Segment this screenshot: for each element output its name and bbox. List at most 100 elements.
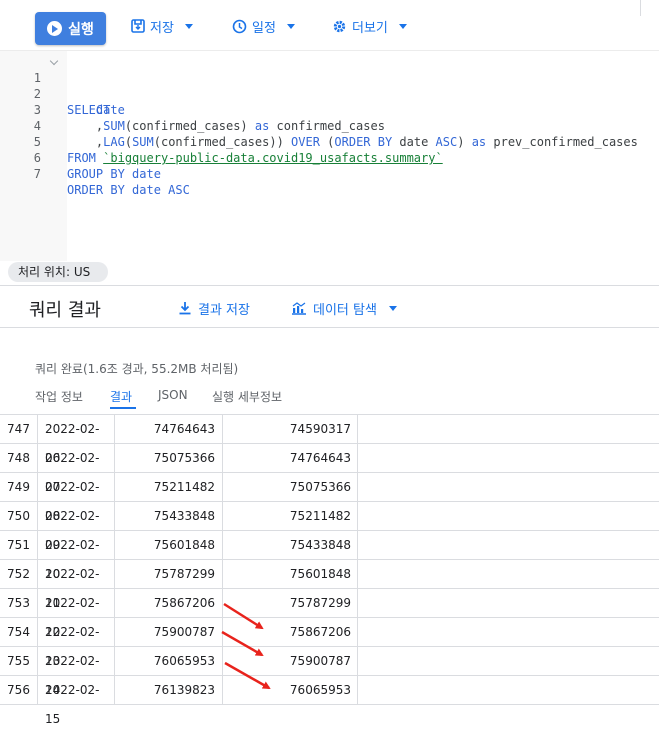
prev-confirmed-cases-cell[interactable]: 76065953 bbox=[224, 676, 358, 705]
row-number-cell[interactable]: 756 bbox=[0, 676, 38, 705]
tab-execution-details[interactable]: 실행 세부정보 bbox=[212, 388, 282, 405]
date-cell[interactable]: 2022-02-09 bbox=[38, 502, 115, 552]
save-results-label: 결과 저장 bbox=[198, 302, 250, 318]
save-menu-button[interactable]: 저장 bbox=[131, 16, 193, 36]
confirmed-cases-cell[interactable]: 75075366 bbox=[116, 444, 223, 473]
prev-confirmed-cases-cell[interactable]: 75867206 bbox=[224, 618, 358, 647]
prev-confirmed-cases-cell[interactable]: 75433848 bbox=[224, 531, 358, 560]
sql-editor[interactable]: 1 SELECT 2 date 3 ,SUM(confirmed_cases) … bbox=[0, 50, 659, 261]
results-title: 쿼리 결과 bbox=[29, 300, 101, 321]
table-row[interactable]: 748 2022-02-07 75075366 74764643 bbox=[0, 443, 659, 494]
fold-chevron-icon[interactable] bbox=[49, 56, 59, 66]
schedule-menu-button[interactable]: 일정 bbox=[232, 16, 295, 36]
confirmed-cases-cell[interactable]: 76139823 bbox=[116, 676, 223, 705]
table-row[interactable]: 750 2022-02-09 75433848 75211482 bbox=[0, 501, 659, 552]
prev-confirmed-cases-cell[interactable]: 75787299 bbox=[224, 589, 358, 618]
confirmed-cases-cell[interactable]: 75867206 bbox=[116, 589, 223, 618]
table-row[interactable]: 752 2022-02-11 75787299 75601848 bbox=[0, 559, 659, 610]
gear-icon bbox=[333, 20, 346, 32]
confirmed-cases-cell[interactable]: 74764643 bbox=[116, 415, 223, 444]
row-number-cell[interactable]: 748 bbox=[0, 444, 38, 473]
code-line: 1 SELECT bbox=[0, 54, 659, 117]
run-button-label: 실행 bbox=[68, 21, 94, 38]
explore-data-label: 데이터 탐색 bbox=[313, 302, 377, 318]
code-line: 2 date bbox=[0, 70, 659, 117]
date-cell[interactable]: 2022-02-07 bbox=[38, 444, 115, 494]
divider bbox=[0, 327, 659, 328]
sql-keyword: GROUP BY bbox=[67, 167, 125, 181]
date-cell[interactable]: 2022-02-08 bbox=[38, 473, 115, 523]
table-row[interactable]: 753 2022-02-12 75867206 75787299 bbox=[0, 588, 659, 639]
table-row[interactable]: 749 2022-02-08 75211482 75075366 bbox=[0, 472, 659, 523]
table-row[interactable]: 756 2022-02-15 76139823 76065953 bbox=[0, 675, 659, 726]
code-line: 4 ,LAG(SUM(confirmed_cases)) OVER (ORDER… bbox=[0, 102, 659, 149]
query-status-text: 쿼리 완료(1.6조 경과, 55.2MB 처리됨) bbox=[35, 362, 239, 376]
chevron-down-icon bbox=[398, 23, 407, 29]
results-tabs: 작업 정보 결과 JSON 실행 세부정보 bbox=[0, 385, 659, 411]
chevron-down-icon bbox=[184, 23, 193, 29]
run-button[interactable]: 실행 bbox=[35, 12, 106, 45]
sql-keyword: ORDER BY bbox=[67, 183, 125, 197]
save-results-button[interactable]: 결과 저장 bbox=[178, 298, 250, 318]
chart-icon bbox=[292, 302, 306, 315]
chevron-down-icon bbox=[286, 23, 295, 29]
processing-location-badge: 처리 위치: US bbox=[8, 262, 108, 282]
confirmed-cases-cell[interactable]: 75900787 bbox=[116, 618, 223, 647]
prev-confirmed-cases-cell[interactable]: 75211482 bbox=[224, 502, 358, 531]
row-number-cell[interactable]: 755 bbox=[0, 647, 38, 676]
code-line: 6 GROUP BY date bbox=[0, 134, 659, 181]
divider bbox=[0, 285, 659, 286]
date-cell[interactable]: 2022-02-11 bbox=[38, 560, 115, 610]
tab-results[interactable]: 결과 bbox=[110, 388, 132, 405]
schedule-label: 일정 bbox=[252, 20, 276, 36]
download-icon bbox=[179, 302, 191, 315]
row-number-cell[interactable]: 754 bbox=[0, 618, 38, 647]
prev-confirmed-cases-cell[interactable]: 75075366 bbox=[224, 473, 358, 502]
chevron-down-icon bbox=[388, 305, 397, 311]
code-line: 7 ORDER BY date ASC bbox=[0, 150, 659, 197]
date-cell[interactable]: 2022-02-13 bbox=[38, 618, 115, 668]
row-number-cell[interactable]: 753 bbox=[0, 589, 38, 618]
confirmed-cases-cell[interactable]: 75601848 bbox=[116, 531, 223, 560]
tab-job-info[interactable]: 작업 정보 bbox=[35, 388, 83, 405]
sql-keyword: ASC bbox=[168, 183, 190, 197]
table-row[interactable]: 754 2022-02-13 75900787 75867206 bbox=[0, 617, 659, 668]
date-cell[interactable]: 2022-02-12 bbox=[38, 589, 115, 639]
date-cell[interactable]: 2022-02-10 bbox=[38, 531, 115, 581]
toolbar-divider bbox=[640, 0, 641, 16]
prev-confirmed-cases-cell[interactable]: 74590317 bbox=[224, 415, 358, 444]
prev-confirmed-cases-cell[interactable]: 74764643 bbox=[224, 444, 358, 473]
table-row[interactable]: 747 2022-02-06 74764643 74590317 bbox=[0, 414, 659, 465]
date-cell[interactable]: 2022-02-14 bbox=[38, 647, 115, 697]
sql-identifier: date bbox=[132, 167, 161, 181]
row-number-cell[interactable]: 750 bbox=[0, 502, 38, 531]
date-cell[interactable]: 2022-02-06 bbox=[38, 415, 115, 465]
row-number-cell[interactable]: 752 bbox=[0, 560, 38, 589]
query-toolbar: 실행 저장 일정 더보기 bbox=[0, 0, 659, 50]
table-row[interactable]: 751 2022-02-10 75601848 75433848 bbox=[0, 530, 659, 581]
confirmed-cases-cell[interactable]: 75787299 bbox=[116, 560, 223, 589]
code-line: 3 ,SUM(confirmed_cases) as confirmed_cas… bbox=[0, 86, 659, 133]
row-number-cell[interactable]: 749 bbox=[0, 473, 38, 502]
prev-confirmed-cases-cell[interactable]: 75601848 bbox=[224, 560, 358, 589]
clock-icon bbox=[232, 19, 247, 33]
table-bottom-border bbox=[0, 704, 659, 705]
explore-data-button[interactable]: 데이터 탐색 bbox=[291, 298, 397, 318]
more-label: 더보기 bbox=[352, 20, 388, 36]
confirmed-cases-cell[interactable]: 75433848 bbox=[116, 502, 223, 531]
line-number: 7 bbox=[33, 167, 41, 181]
prev-confirmed-cases-cell[interactable]: 75900787 bbox=[224, 647, 358, 676]
table-row[interactable]: 755 2022-02-14 76065953 75900787 bbox=[0, 646, 659, 697]
code-line: 5 FROM `bigquery-public-data.covid19_usa… bbox=[0, 118, 659, 165]
confirmed-cases-cell[interactable]: 76065953 bbox=[116, 647, 223, 676]
tab-json[interactable]: JSON bbox=[158, 388, 188, 402]
date-cell[interactable]: 2022-02-15 bbox=[38, 676, 115, 726]
row-number-cell[interactable]: 747 bbox=[0, 415, 38, 444]
more-menu-button[interactable]: 더보기 bbox=[332, 16, 407, 36]
sql-identifier: date bbox=[132, 183, 161, 197]
confirmed-cases-cell[interactable]: 75211482 bbox=[116, 473, 223, 502]
save-icon bbox=[131, 19, 145, 33]
play-icon bbox=[47, 21, 63, 36]
active-tab-indicator bbox=[110, 407, 136, 409]
row-number-cell[interactable]: 751 bbox=[0, 531, 38, 560]
